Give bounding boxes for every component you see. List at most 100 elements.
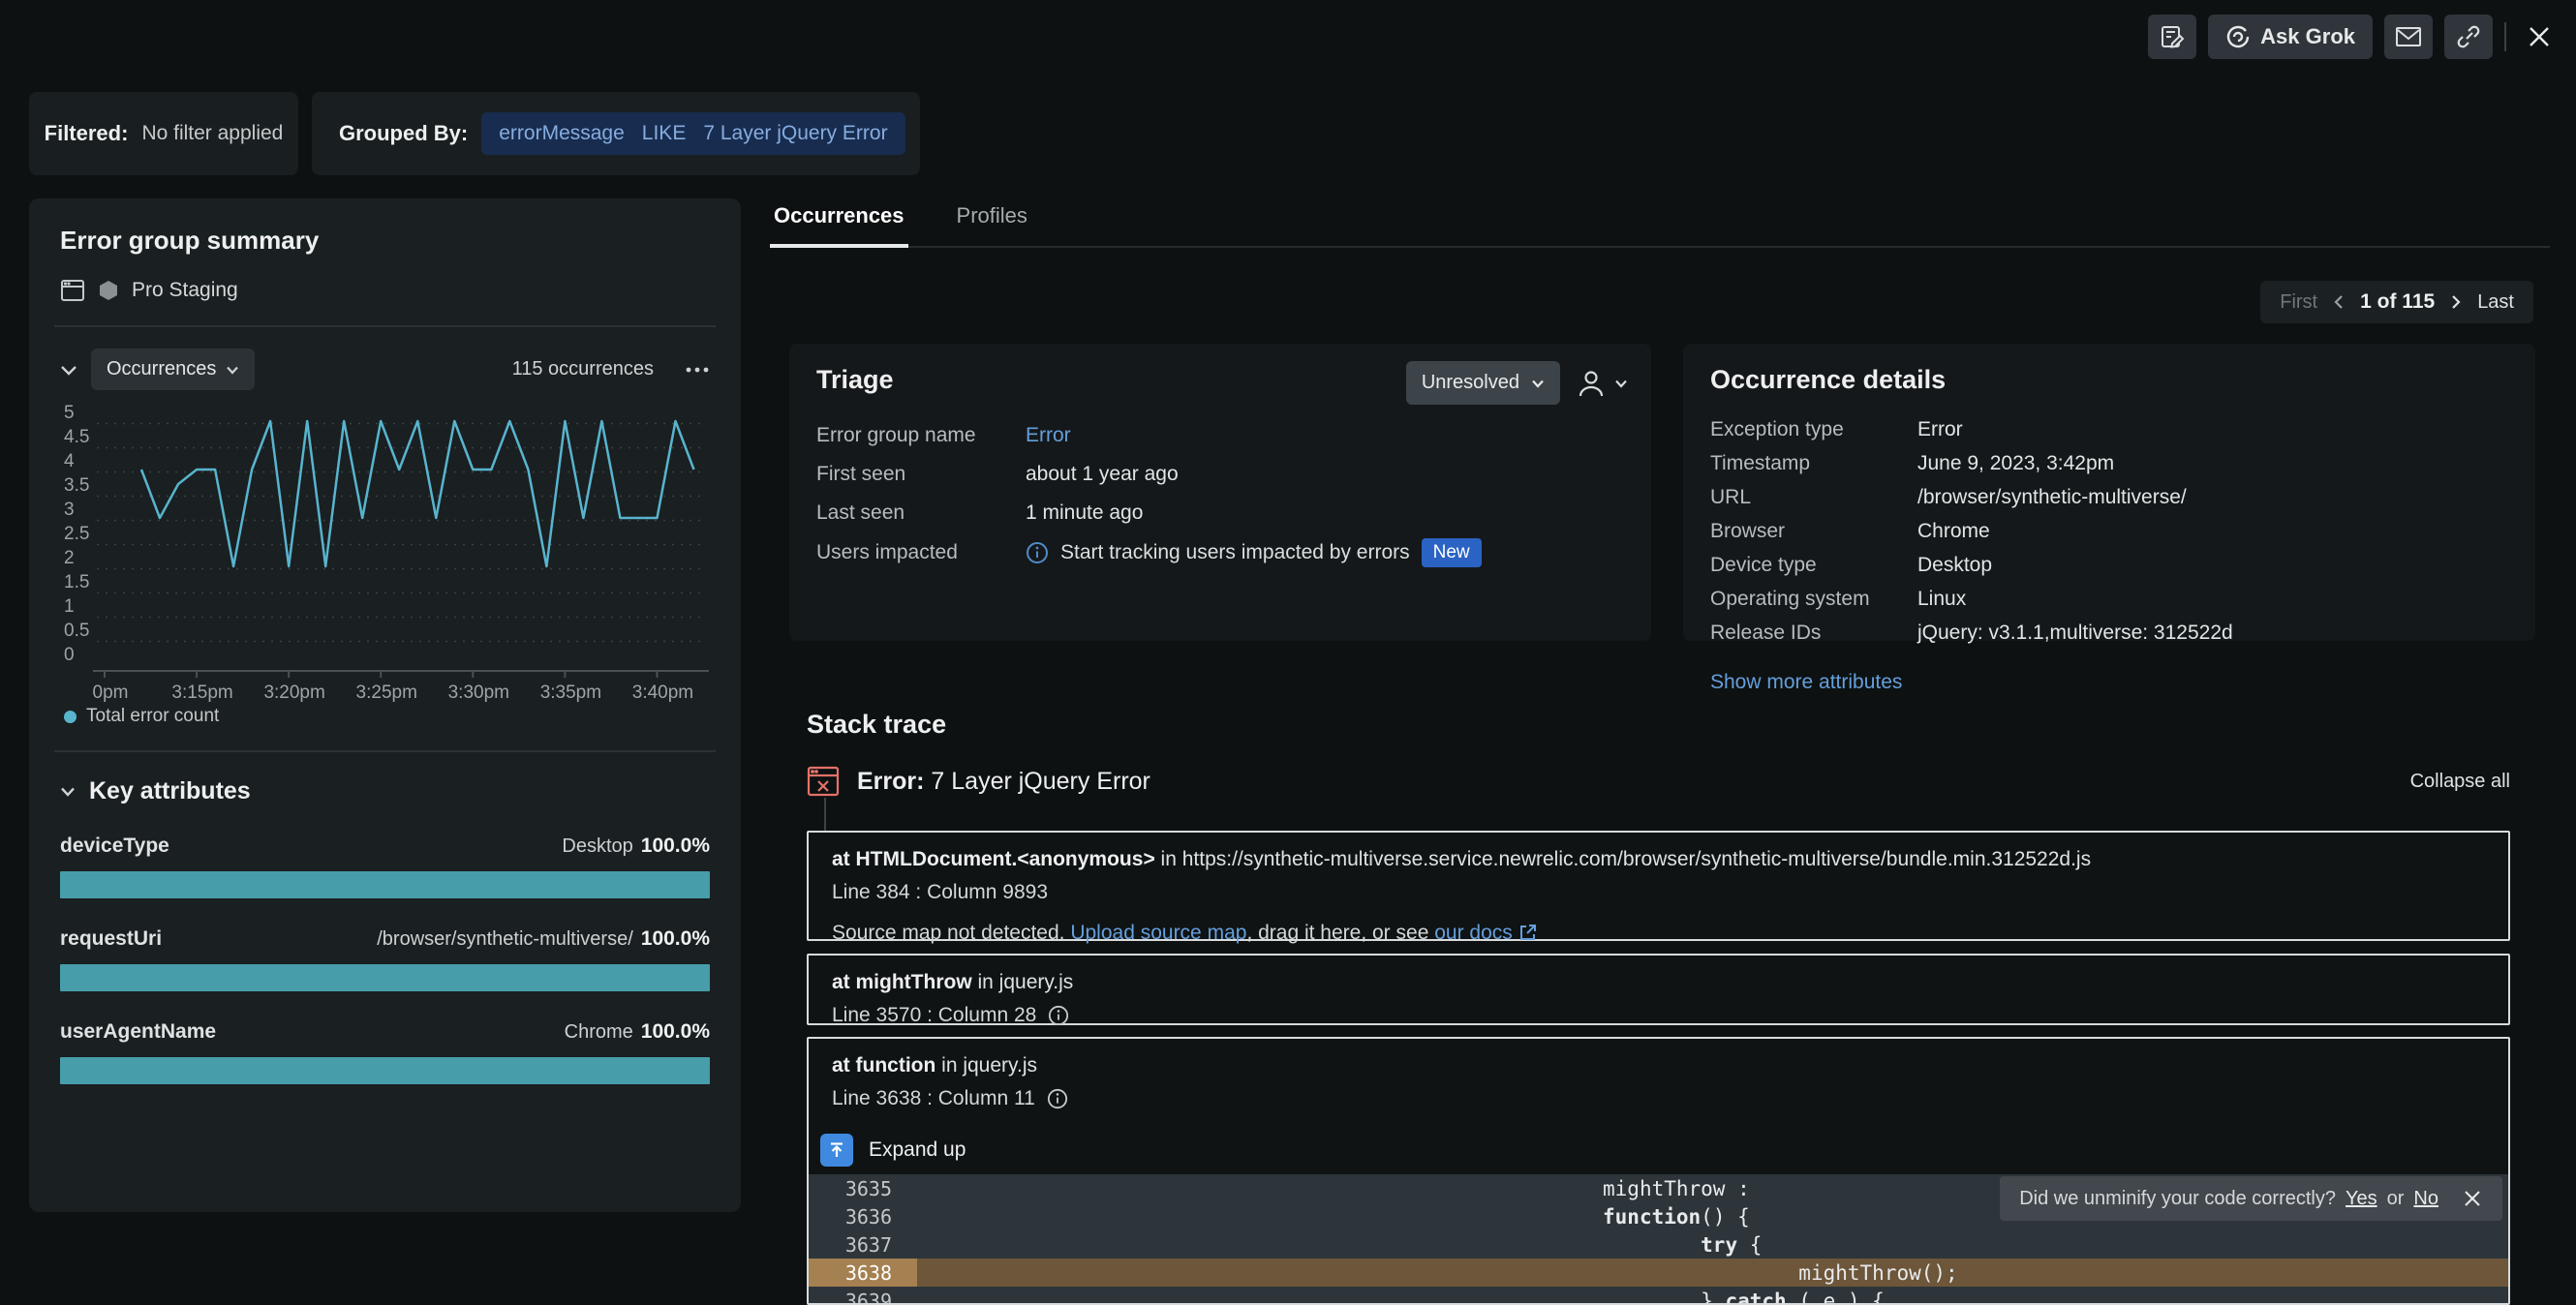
occurrences-chart[interactable]: 0 0.5 1 1.5 2 2.5 3 3.5 4 4.5 5 0pm 3:15pm 3:20pm 3:25…: [60, 400, 710, 702]
attribute-value: Chrome: [564, 1021, 633, 1043]
row-value: June 9, 2023, 3:42pm: [1917, 451, 2115, 474]
ask-grok-label: Ask Grok: [2260, 24, 2355, 48]
section-collapse-icon[interactable]: [60, 364, 77, 376]
detail-row: Browser Chrome: [1710, 518, 2508, 544]
grouped-by-label: Grouped By:: [339, 121, 469, 145]
detail-row: Exception type Error: [1710, 416, 2508, 442]
svg-text:3:35pm: 3:35pm: [540, 683, 601, 702]
source-map-note-mid: , drag it here, or see: [1246, 922, 1435, 944]
unminify-no-link[interactable]: No: [2413, 1188, 2438, 1210]
assignee-dropdown[interactable]: [1578, 369, 1628, 398]
tab-occurrences[interactable]: Occurrences: [770, 199, 908, 248]
frame-connector-line: [824, 798, 826, 831]
error-group-summary-panel: Error group summary Pro Staging Occurren…: [29, 198, 741, 1212]
banner-close-icon[interactable]: [2462, 1188, 2483, 1209]
row-label: Users impacted: [816, 541, 958, 563]
attribute-percent: 100.0%: [640, 835, 710, 857]
attribute-bar[interactable]: [60, 964, 710, 991]
users-impacted-text[interactable]: Start tracking users impacted by errors: [1060, 541, 1410, 564]
svg-text:2.5: 2.5: [64, 524, 89, 544]
frame-location: in https://synthetic-multiverse.service.…: [1154, 848, 2092, 870]
metric-row: Occurrences 115 occurrences: [60, 349, 710, 390]
browser-error-icon: [807, 765, 840, 798]
more-options-icon[interactable]: [685, 366, 710, 374]
chevron-left-icon[interactable]: [2333, 294, 2345, 310]
pagination-first[interactable]: First: [2280, 291, 2317, 314]
group-filter-pill[interactable]: errorMessage LIKE 7 Layer jQuery Error: [481, 112, 905, 155]
notes-button[interactable]: [2148, 15, 2197, 59]
sidebar-divider: [54, 325, 716, 327]
row-label: URL: [1710, 485, 1752, 508]
unminify-yes-link[interactable]: Yes: [2346, 1188, 2377, 1210]
unminify-question: Did we unminify your code correctly?: [2019, 1187, 2336, 1209]
user-icon: [1578, 369, 1605, 398]
stack-frame[interactable]: at mightThrow in jquery.js Line 3570 : C…: [807, 954, 2510, 1026]
filter-summary-card: Filtered: No filter applied: [29, 92, 298, 175]
key-attributes-header[interactable]: Key attributes: [60, 777, 710, 805]
chart-legend[interactable]: Total error count: [60, 706, 710, 727]
status-dropdown[interactable]: Unresolved: [1405, 361, 1560, 405]
stack-frame-expanded[interactable]: at function in jquery.js Line 3638 : Col…: [807, 1037, 2510, 1305]
occurrence-details-panel: Occurrence details Exception type Error …: [1683, 344, 2535, 693]
browser-app-icon: [60, 279, 85, 302]
attribute-percent: 100.0%: [640, 1020, 710, 1043]
grouped-by-card: Grouped By: errorMessage LIKE 7 Layer jQ…: [312, 92, 920, 175]
svg-text:3: 3: [64, 500, 75, 520]
row-value: Error: [1917, 417, 1963, 440]
row-label: Operating system: [1710, 587, 1870, 610]
pagination-last[interactable]: Last: [2477, 291, 2514, 314]
row-value: Linux: [1917, 587, 1967, 610]
show-more-attributes-link[interactable]: Show more attributes: [1710, 671, 1902, 694]
attribute-value: /browser/synthetic-multiverse/: [377, 928, 633, 950]
expand-up-button[interactable]: Expand up: [809, 1126, 2508, 1174]
attribute-name: requestUri: [60, 927, 163, 950]
frame-line-column: Line 3638 : Column 11: [832, 1087, 1035, 1109]
main-tabs: Occurrences Profiles: [770, 199, 2550, 248]
chevron-down-icon: [226, 365, 239, 375]
attribute-value: Desktop: [562, 835, 633, 857]
metric-dropdown[interactable]: Occurrences: [91, 349, 256, 390]
our-docs-link[interactable]: our docs: [1434, 922, 1513, 944]
frame-line-column: Line 3570 : Column 28: [832, 1004, 1037, 1026]
close-button[interactable]: [2518, 15, 2561, 59]
detail-row: Device type Desktop: [1710, 552, 2508, 578]
svg-text:3:25pm: 3:25pm: [356, 683, 417, 702]
collapse-all-link[interactable]: Collapse all: [2410, 771, 2510, 793]
attribute-bar[interactable]: [60, 1057, 710, 1084]
tab-profiles[interactable]: Profiles: [953, 199, 1031, 246]
code-snippet: 3635 mightThrow : 3636 function() { 3637: [809, 1174, 2508, 1304]
chevron-right-icon[interactable]: [2450, 294, 2462, 310]
code-line: 3639 } catch ( e ) {: [809, 1287, 2508, 1304]
line-number: 3636: [844, 1204, 892, 1229]
permalink-button[interactable]: [2444, 15, 2493, 59]
stack-trace-title: Stack trace: [807, 710, 947, 739]
info-icon[interactable]: [1048, 1005, 1069, 1026]
svg-text:3.5: 3.5: [64, 475, 89, 496]
stack-frame[interactable]: at HTMLDocument.<anonymous> in https://s…: [807, 831, 2510, 944]
chevron-down-icon: [1531, 379, 1545, 388]
email-button[interactable]: [2384, 15, 2433, 59]
frame-location: in jquery.js: [971, 971, 1074, 993]
row-value: 1 minute ago: [1026, 501, 1144, 524]
filtered-label: Filtered:: [44, 121, 129, 145]
frame-function: at mightThrow: [832, 971, 972, 993]
attribute-name: deviceType: [60, 835, 169, 857]
status-value: Unresolved: [1421, 372, 1519, 393]
filtered-value: No filter applied: [141, 122, 284, 144]
ask-grok-button[interactable]: Ask Grok: [2208, 15, 2373, 59]
legend-dot-icon: [64, 710, 77, 723]
row-value: jQuery: v3.1.1,multiverse: 312522d: [1917, 621, 2233, 644]
error-group-name-link[interactable]: Error: [1026, 424, 1071, 447]
entity-hexagon-icon: [99, 280, 118, 301]
panel-title: Error group summary: [60, 226, 320, 255]
entity-row[interactable]: Pro Staging: [60, 279, 710, 302]
occurrence-count: 115 occurrences: [511, 358, 654, 379]
stack-error-header[interactable]: Error: 7 Layer jQuery Error Collapse all: [807, 765, 2510, 798]
upload-source-map-link[interactable]: Upload source map: [1070, 922, 1246, 944]
attribute-bar[interactable]: [60, 871, 710, 898]
frame-location: in jquery.js: [935, 1054, 1037, 1077]
line-number: 3638: [809, 1259, 917, 1287]
info-icon[interactable]: [1047, 1088, 1068, 1109]
svg-text:0pm: 0pm: [93, 683, 129, 702]
close-icon: [2526, 23, 2553, 50]
